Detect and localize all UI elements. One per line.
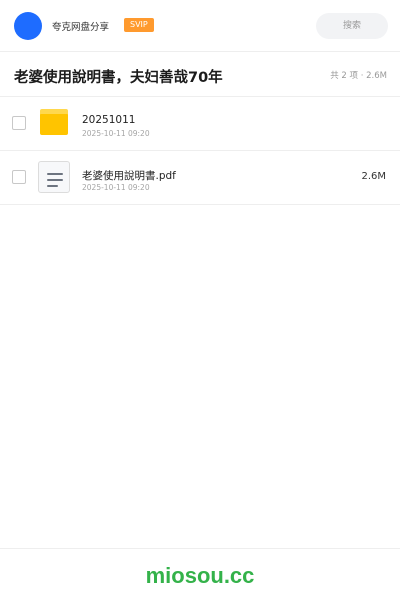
footer: miosou.cc xyxy=(0,548,400,600)
select-checkbox[interactable] xyxy=(12,170,26,184)
file-date: 2025-10-11 09:20 xyxy=(82,183,150,192)
folder-icon xyxy=(40,109,68,135)
file-size: 2.6M xyxy=(361,171,386,182)
file-name[interactable]: 老婆使用說明書.pdf xyxy=(82,168,176,183)
share-summary: 共 2 项 · 2.6M xyxy=(330,71,387,81)
file-date: 2025-10-11 09:20 xyxy=(82,129,150,138)
search-input[interactable] xyxy=(316,13,388,39)
list-item[interactable]: 老婆使用說明書.pdf 2025-10-11 09:20 2.6M xyxy=(0,151,400,205)
svip-badge: SVIP xyxy=(124,18,154,32)
site-watermark: miosou.cc xyxy=(145,563,255,588)
select-checkbox[interactable] xyxy=(12,116,26,130)
document-icon xyxy=(38,161,70,193)
owner-name: 夸克网盘分享 xyxy=(52,22,110,33)
top-bar: 夸克网盘分享 SVIP xyxy=(0,0,400,52)
list-item[interactable]: 20251011 2025-10-11 09:20 xyxy=(0,97,400,151)
share-header: 老婆使用說明書，夫妇善哉70年 共 2 项 · 2.6M xyxy=(0,53,400,97)
page-title: 老婆使用說明書，夫妇善哉70年 xyxy=(14,70,223,86)
file-name[interactable]: 20251011 xyxy=(82,114,135,126)
avatar[interactable] xyxy=(14,12,42,40)
